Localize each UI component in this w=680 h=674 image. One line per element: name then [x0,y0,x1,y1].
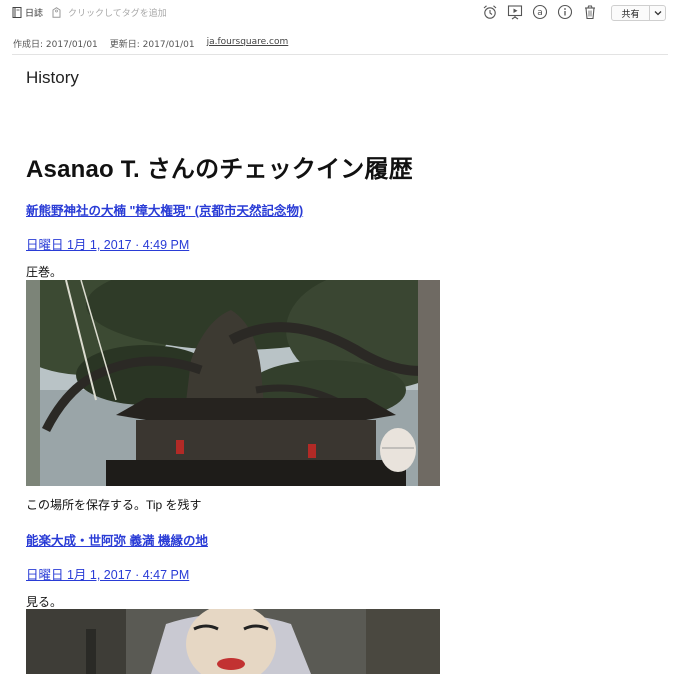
checkin-comment: 圧巻。 [26,265,63,279]
source-url-link[interactable]: ja.foursquare.com [207,37,289,50]
tag-placeholder: クリックしてタグを追加 [68,9,167,19]
tag-add-field[interactable]: クリックしてタグを追加 [52,6,167,19]
checkin-comment: 見る。 [26,595,63,609]
work-chat-button[interactable]: a [532,4,548,20]
share-button[interactable]: 共有 [611,5,666,21]
at-sign-icon: a [532,4,548,20]
trash-icon [585,5,595,20]
camphor-tree-shrine-image [26,280,440,486]
svg-text:a: a [537,8,543,18]
note-info-button[interactable] [557,4,573,20]
note-heading: Asanao T. さんのチェックイン履歴 [26,156,413,183]
presentation-icon [507,5,523,20]
alarm-clock-icon [483,5,497,19]
checkin-date-link[interactable]: 日曜日 1月 1, 2017 · 4:49 PM [26,234,189,253]
checkin-photo [26,609,440,674]
notebook-selector[interactable]: 日誌 [12,6,43,19]
note-title[interactable]: History [26,68,79,88]
chevron-down-icon [654,11,661,16]
checkin-venue-link[interactable]: 新熊野神社の大楠 "樟大権現" (京都市天然記念物) [26,200,303,219]
share-dropdown-button[interactable] [650,6,665,20]
delete-button[interactable] [582,4,598,20]
info-icon [557,4,573,20]
checkin-venue-link[interactable]: 能楽大成・世阿弥 義満 機縁の地 [26,530,208,549]
checkin-photo [26,280,440,486]
checkin-date-link[interactable]: 日曜日 1月 1, 2017 · 4:47 PM [26,564,189,583]
notebook-icon [12,7,22,18]
checkin-actions[interactable]: この場所を保存する。Tip を残す [26,496,202,513]
updated-date: 更新日: 2017/01/01 [109,40,195,50]
present-button[interactable] [507,4,523,20]
note-meta: 作成日: 2017/01/01 更新日: 2017/01/01 ja.fours… [13,37,300,50]
header-divider [12,54,668,55]
notebook-label: 日誌 [25,9,44,19]
share-label: 共有 [612,6,650,20]
note-toolbar: 日誌 クリックしてタグを追加 a 共有 [0,0,680,26]
created-date: 作成日: 2017/01/01 [13,40,98,50]
tag-icon [52,7,61,18]
reminder-button[interactable] [482,4,498,20]
noh-mask-image [26,609,440,674]
